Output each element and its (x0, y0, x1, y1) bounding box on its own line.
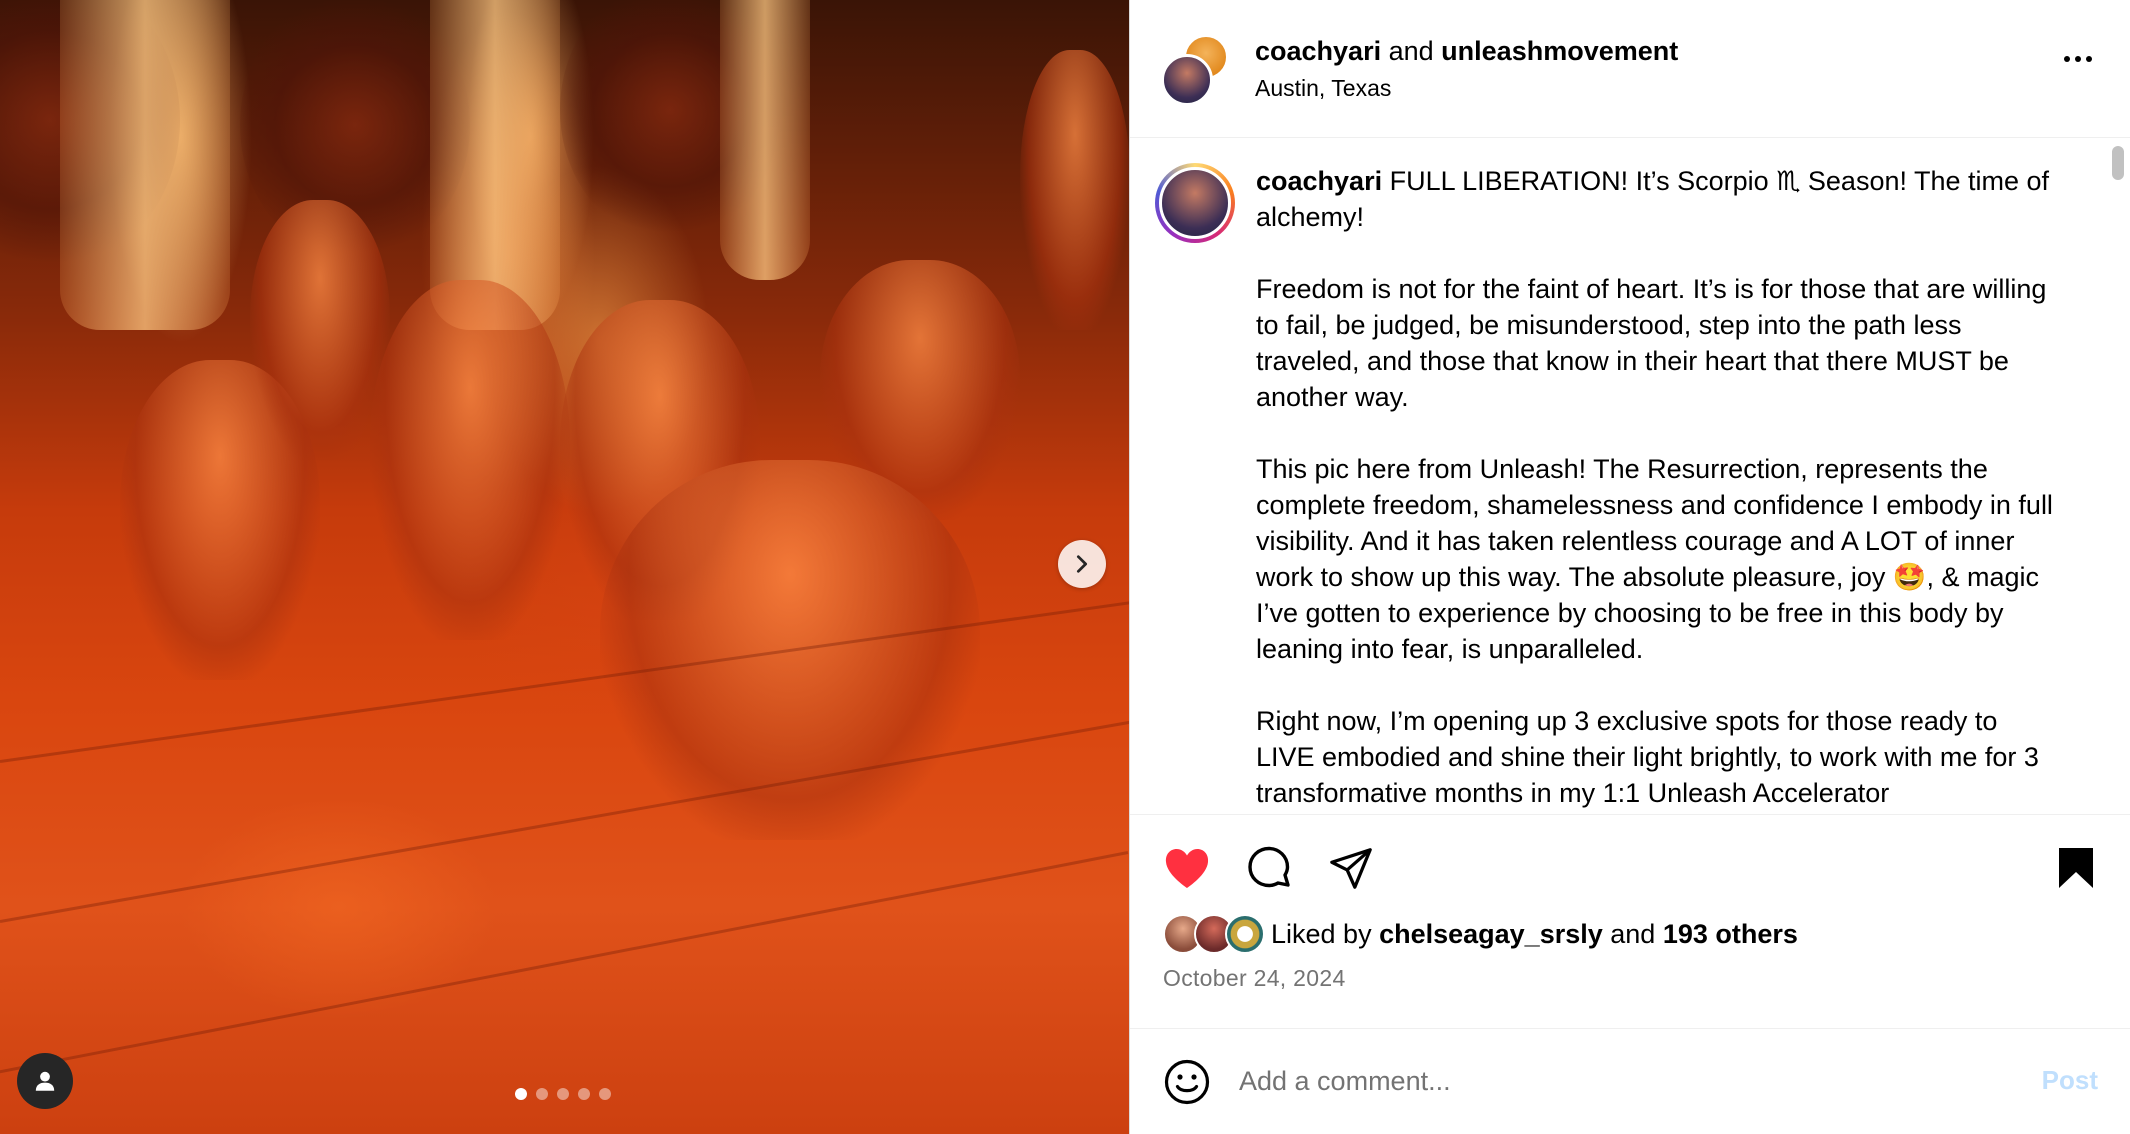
carousel-dot (515, 1088, 527, 1100)
audience-figure (250, 200, 390, 460)
more-horizontal-icon (2064, 56, 2070, 62)
post-actions: Liked by chelseagay_srsly and 193 others… (1130, 814, 2130, 1028)
likes-summary[interactable]: Liked by chelseagay_srsly and 193 others (1271, 919, 1798, 950)
liker-avatar[interactable] (1225, 914, 1265, 954)
liker-avatars[interactable] (1163, 914, 1265, 954)
author-link[interactable]: coachyari (1255, 36, 1381, 66)
carousel-indicator (515, 1088, 611, 1100)
carousel-dot (578, 1088, 590, 1100)
curtain-decor (720, 0, 810, 280)
caption-text: coachyari FULL LIBERATION! It’s Scorpio … (1256, 163, 2056, 814)
smiley-icon (1164, 1059, 1210, 1104)
caption-username-link[interactable]: coachyari (1256, 166, 1382, 196)
authors-conjunction: and (1388, 36, 1434, 66)
audience-figure (1020, 50, 1129, 330)
likes-middle: and (1602, 918, 1663, 949)
coauthor-link[interactable]: unleashmovement (1441, 36, 1678, 66)
emoji-button[interactable] (1163, 1058, 1211, 1106)
comment-button[interactable] (1245, 844, 1293, 892)
share-button[interactable] (1327, 844, 1375, 892)
likes-prefix: Liked by (1271, 918, 1380, 949)
header-text: coachyari and unleashmovement Austin, Te… (1255, 35, 1678, 102)
post-comment-button[interactable]: Post (2042, 1065, 2098, 1096)
post-header: coachyari and unleashmovement Austin, Te… (1130, 0, 2130, 138)
likes-others-link[interactable]: 193 others (1663, 919, 1798, 949)
caption-scrollbar[interactable] (2112, 146, 2124, 180)
location-link[interactable]: Austin, Texas (1255, 74, 1678, 102)
caption-paragraph: Freedom is not for the faint of heart. I… (1256, 274, 2047, 412)
post-dialog: coachyari and unleashmovement Austin, Te… (0, 0, 2130, 1134)
more-dot (2075, 56, 2081, 62)
header-authors: coachyari and unleashmovement (1255, 35, 1678, 67)
post-side-panel: coachyari and unleashmovement Austin, Te… (1129, 0, 2130, 1134)
carousel-dot (599, 1088, 611, 1100)
curtain-decor (60, 0, 230, 330)
likes-row: Liked by chelseagay_srsly and 193 others (1163, 913, 2130, 955)
like-button[interactable] (1163, 844, 1211, 892)
user-tag-icon (35, 1071, 55, 1091)
heart-filled-icon (1165, 849, 1209, 888)
carousel-dot (536, 1088, 548, 1100)
next-photo-button[interactable] (1058, 540, 1106, 588)
caption-scroll-area[interactable]: coachyari FULL LIBERATION! It’s Scorpio … (1130, 138, 2130, 814)
chevron-right-icon (1076, 555, 1088, 573)
caption-paragraph: Right now, I’m opening up 3 exclusive sp… (1256, 706, 2039, 808)
more-options-button[interactable] (2064, 56, 2092, 62)
carousel-dot (557, 1088, 569, 1100)
comment-bar: Post (1130, 1028, 2130, 1134)
send-icon (1330, 848, 1372, 889)
comment-input[interactable] (1239, 1066, 1939, 1097)
tagged-users-button[interactable] (17, 1053, 73, 1109)
audience-figure (370, 280, 570, 640)
comment-icon (1248, 846, 1290, 888)
save-button[interactable] (2052, 844, 2100, 892)
author-avatar[interactable] (1161, 53, 1213, 106)
post-date[interactable]: October 24, 2024 (1163, 965, 2130, 992)
liker-username-link[interactable]: chelseagay_srsly (1379, 919, 1603, 949)
bookmark-filled-icon (2059, 848, 2093, 888)
action-icons-row (1163, 815, 2130, 921)
post-photo[interactable] (0, 0, 1129, 1134)
author-avatars[interactable] (1161, 33, 1231, 106)
caption-first-paragraph: coachyari FULL LIBERATION! It’s Scorpio … (1256, 163, 2056, 235)
floor-line (0, 851, 1129, 1083)
caption-paragraph: This pic here from Unleash! The Resurrec… (1256, 454, 2053, 664)
more-dot (2086, 56, 2092, 62)
caption-avatar[interactable] (1155, 163, 1235, 243)
